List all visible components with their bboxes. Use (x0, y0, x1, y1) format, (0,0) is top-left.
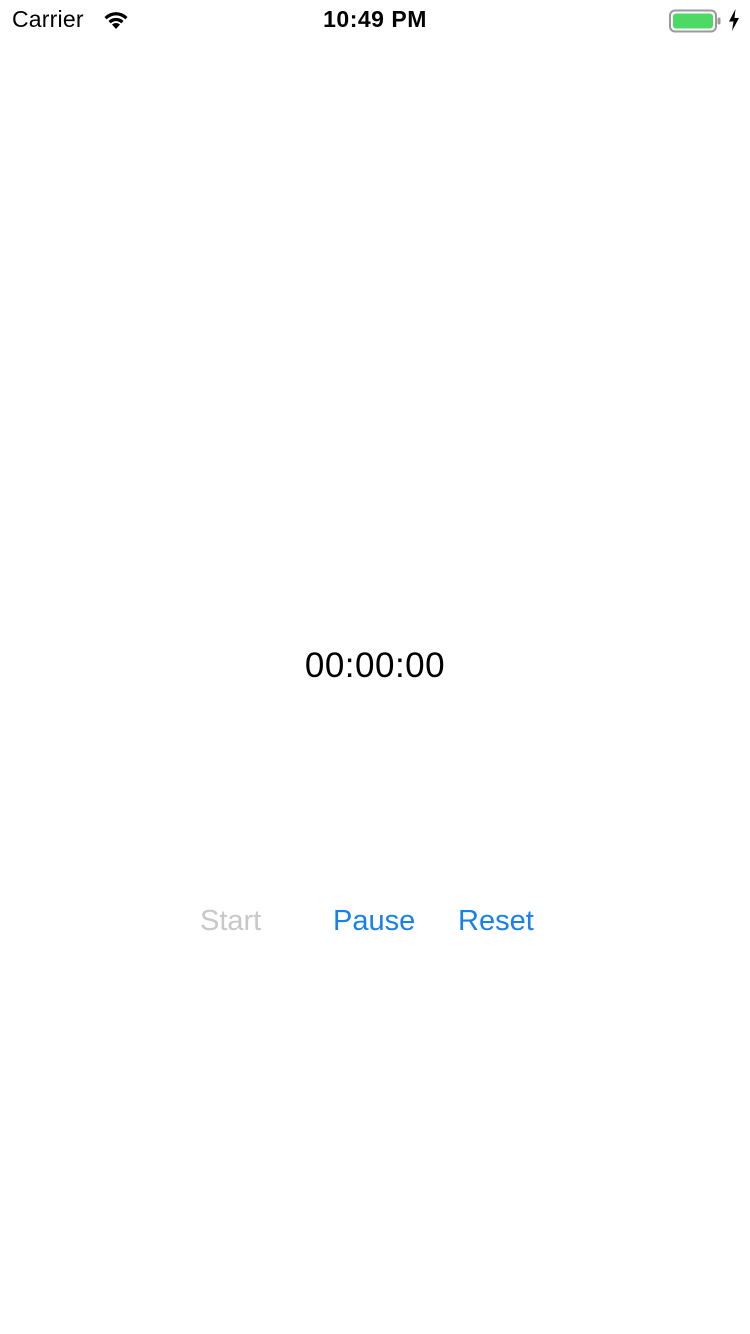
reset-button[interactable]: Reset (458, 903, 534, 939)
start-button[interactable]: Start (200, 903, 261, 939)
timer-display: 00:00:00 (304, 646, 446, 685)
pause-button[interactable]: Pause (333, 903, 415, 939)
stopwatch-screen: Carrier 10:49 PM 00:00:00 Start Pause Re… (0, 0, 750, 1334)
charging-bolt-icon (729, 9, 739, 31)
battery-icon (669, 9, 721, 33)
status-bar: Carrier 10:49 PM (0, 0, 750, 40)
status-time: 10:49 PM (323, 6, 427, 32)
